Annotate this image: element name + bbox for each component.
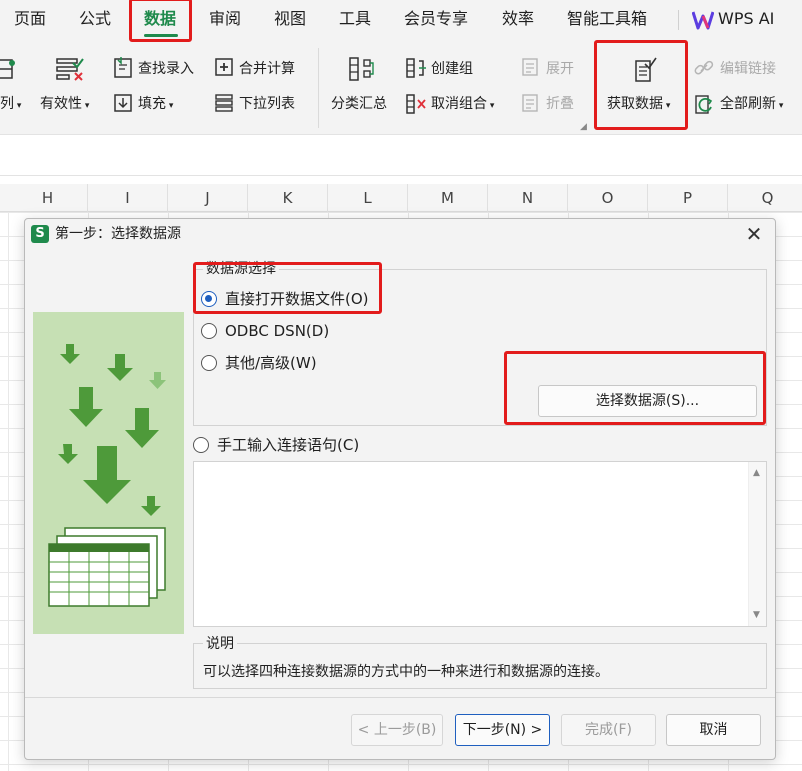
- cancel-button[interactable]: 取消: [666, 714, 761, 746]
- description-text: 可以选择四种连接数据源的方式中的一种来进行和数据源的连接。: [203, 664, 609, 680]
- close-icon[interactable]: ✕: [743, 224, 765, 246]
- menu-item-wps-ai[interactable]: WPS AI: [718, 9, 774, 29]
- next-button[interactable]: 下一步(N) >: [455, 714, 550, 746]
- dropdown-list-button[interactable]: 下拉列表: [239, 95, 295, 113]
- column-header[interactable]: P: [648, 184, 728, 212]
- data-source-dialog: S 第一步：选择数据源 ✕ 数据源选择 直接打开数据文件(O) ODBC DSN…: [24, 218, 776, 760]
- get-data-button[interactable]: 获取数据 ▾: [607, 95, 670, 115]
- ribbon-divider: [318, 48, 319, 128]
- ungroup-button[interactable]: 取消组合 ▾: [431, 95, 494, 115]
- subtotal-icon[interactable]: [347, 56, 375, 82]
- create-group-button[interactable]: 创建组: [431, 60, 473, 78]
- edit-links-icon: [694, 58, 714, 78]
- menu-item-efficiency[interactable]: 效率: [502, 9, 534, 29]
- column-header[interactable]: N: [488, 184, 568, 212]
- subtotal-button[interactable]: 分类汇总: [331, 95, 387, 113]
- select-data-source-button[interactable]: 选择数据源(S)...: [538, 385, 757, 417]
- collapse-button: 折叠: [546, 96, 574, 112]
- column-header[interactable]: L: [328, 184, 408, 212]
- menu-item-page[interactable]: 页面: [14, 9, 46, 29]
- fill-button[interactable]: 填充 ▾: [138, 95, 173, 115]
- dropdown-list-icon[interactable]: [214, 93, 234, 113]
- scroll-down-icon[interactable]: ▼: [753, 610, 760, 620]
- scroll-up-icon[interactable]: ▲: [753, 468, 760, 478]
- menu-item-formula[interactable]: 公式: [79, 9, 111, 29]
- validity-button[interactable]: 有效性 ▾: [40, 95, 89, 115]
- column-header[interactable]: H: [8, 184, 88, 212]
- option-open-file-label[interactable]: 直接打开数据文件(O): [225, 290, 369, 308]
- menu-item-member[interactable]: 会员专享: [404, 9, 468, 29]
- column-header[interactable]: K: [248, 184, 328, 212]
- connection-string-textarea[interactable]: ▲ ▼: [193, 461, 767, 627]
- partial-tool-label[interactable]: 列 ▾: [0, 95, 21, 115]
- data-import-illustration-icon: [33, 312, 184, 634]
- column-header[interactable]: I: [88, 184, 168, 212]
- ribbon-toolbar: 列 ▾ 有效性 ▾ 查找录入 填充 ▾ 合并计算 下拉列表 分类汇总 创建组 取…: [0, 40, 802, 134]
- app-badge-icon: S: [31, 225, 49, 243]
- dialog-footer-divider: [25, 697, 775, 698]
- expand-icon: [520, 57, 540, 77]
- ungroup-icon[interactable]: [405, 93, 427, 115]
- find-entry-icon[interactable]: [113, 57, 133, 79]
- menu-item-tools[interactable]: 工具: [339, 9, 371, 29]
- option-other-label[interactable]: 其他/高级(W): [225, 354, 317, 372]
- formula-bar[interactable]: [0, 134, 802, 176]
- fill-icon[interactable]: [113, 93, 133, 113]
- partial-tool-icon[interactable]: [0, 58, 16, 80]
- radio-odbc[interactable]: [201, 323, 217, 339]
- dialog-title: 第一步：选择数据源: [55, 226, 181, 242]
- data-source-group-legend: 数据源选择: [203, 260, 279, 278]
- consolidate-button[interactable]: 合并计算: [239, 60, 295, 78]
- textarea-scrollbar[interactable]: ▲ ▼: [748, 462, 766, 626]
- column-header[interactable]: M: [408, 184, 488, 212]
- edit-links-button: 编辑链接: [720, 61, 776, 77]
- active-tab-underline: [144, 34, 178, 37]
- column-headers: H I J K L M N O P Q: [0, 184, 802, 212]
- menu-item-data[interactable]: 数据: [144, 9, 176, 29]
- menu-divider: [678, 10, 679, 30]
- validity-icon[interactable]: [55, 56, 85, 82]
- column-header[interactable]: Q: [728, 184, 802, 212]
- column-header[interactable]: O: [568, 184, 648, 212]
- expand-button: 展开: [546, 61, 574, 77]
- radio-other-advanced[interactable]: [201, 355, 217, 371]
- option-manual-label[interactable]: 手工输入连接语句(C): [217, 436, 359, 454]
- get-data-icon[interactable]: [632, 56, 658, 84]
- description-legend: 说明: [203, 635, 237, 653]
- finish-button: 完成(F): [561, 714, 656, 746]
- column-header[interactable]: J: [168, 184, 248, 212]
- back-button: < 上一步(B): [351, 714, 443, 746]
- radio-manual-connection[interactable]: [193, 437, 209, 453]
- dialog-launcher-icon[interactable]: ◢: [580, 122, 587, 132]
- collapse-icon: [520, 93, 540, 113]
- wps-ai-logo-icon[interactable]: [691, 10, 715, 30]
- menu-item-view[interactable]: 视图: [274, 9, 306, 29]
- radio-open-file[interactable]: [201, 291, 217, 307]
- consolidate-icon[interactable]: [214, 57, 234, 77]
- refresh-all-icon[interactable]: [694, 93, 714, 115]
- find-entry-button[interactable]: 查找录入: [138, 60, 194, 78]
- menu-item-smart-toolbox[interactable]: 智能工具箱: [567, 9, 647, 29]
- menu-item-review[interactable]: 审阅: [209, 9, 241, 29]
- create-group-icon[interactable]: [405, 57, 427, 79]
- dialog-title-bar[interactable]: S 第一步：选择数据源 ✕: [25, 219, 775, 251]
- option-odbc-label[interactable]: ODBC DSN(D): [225, 322, 329, 340]
- menu-bar: 页面 公式 数据 审阅 视图 工具 会员专享 效率 智能工具箱 WPS AI: [0, 0, 802, 40]
- refresh-all-button[interactable]: 全部刷新 ▾: [720, 95, 783, 115]
